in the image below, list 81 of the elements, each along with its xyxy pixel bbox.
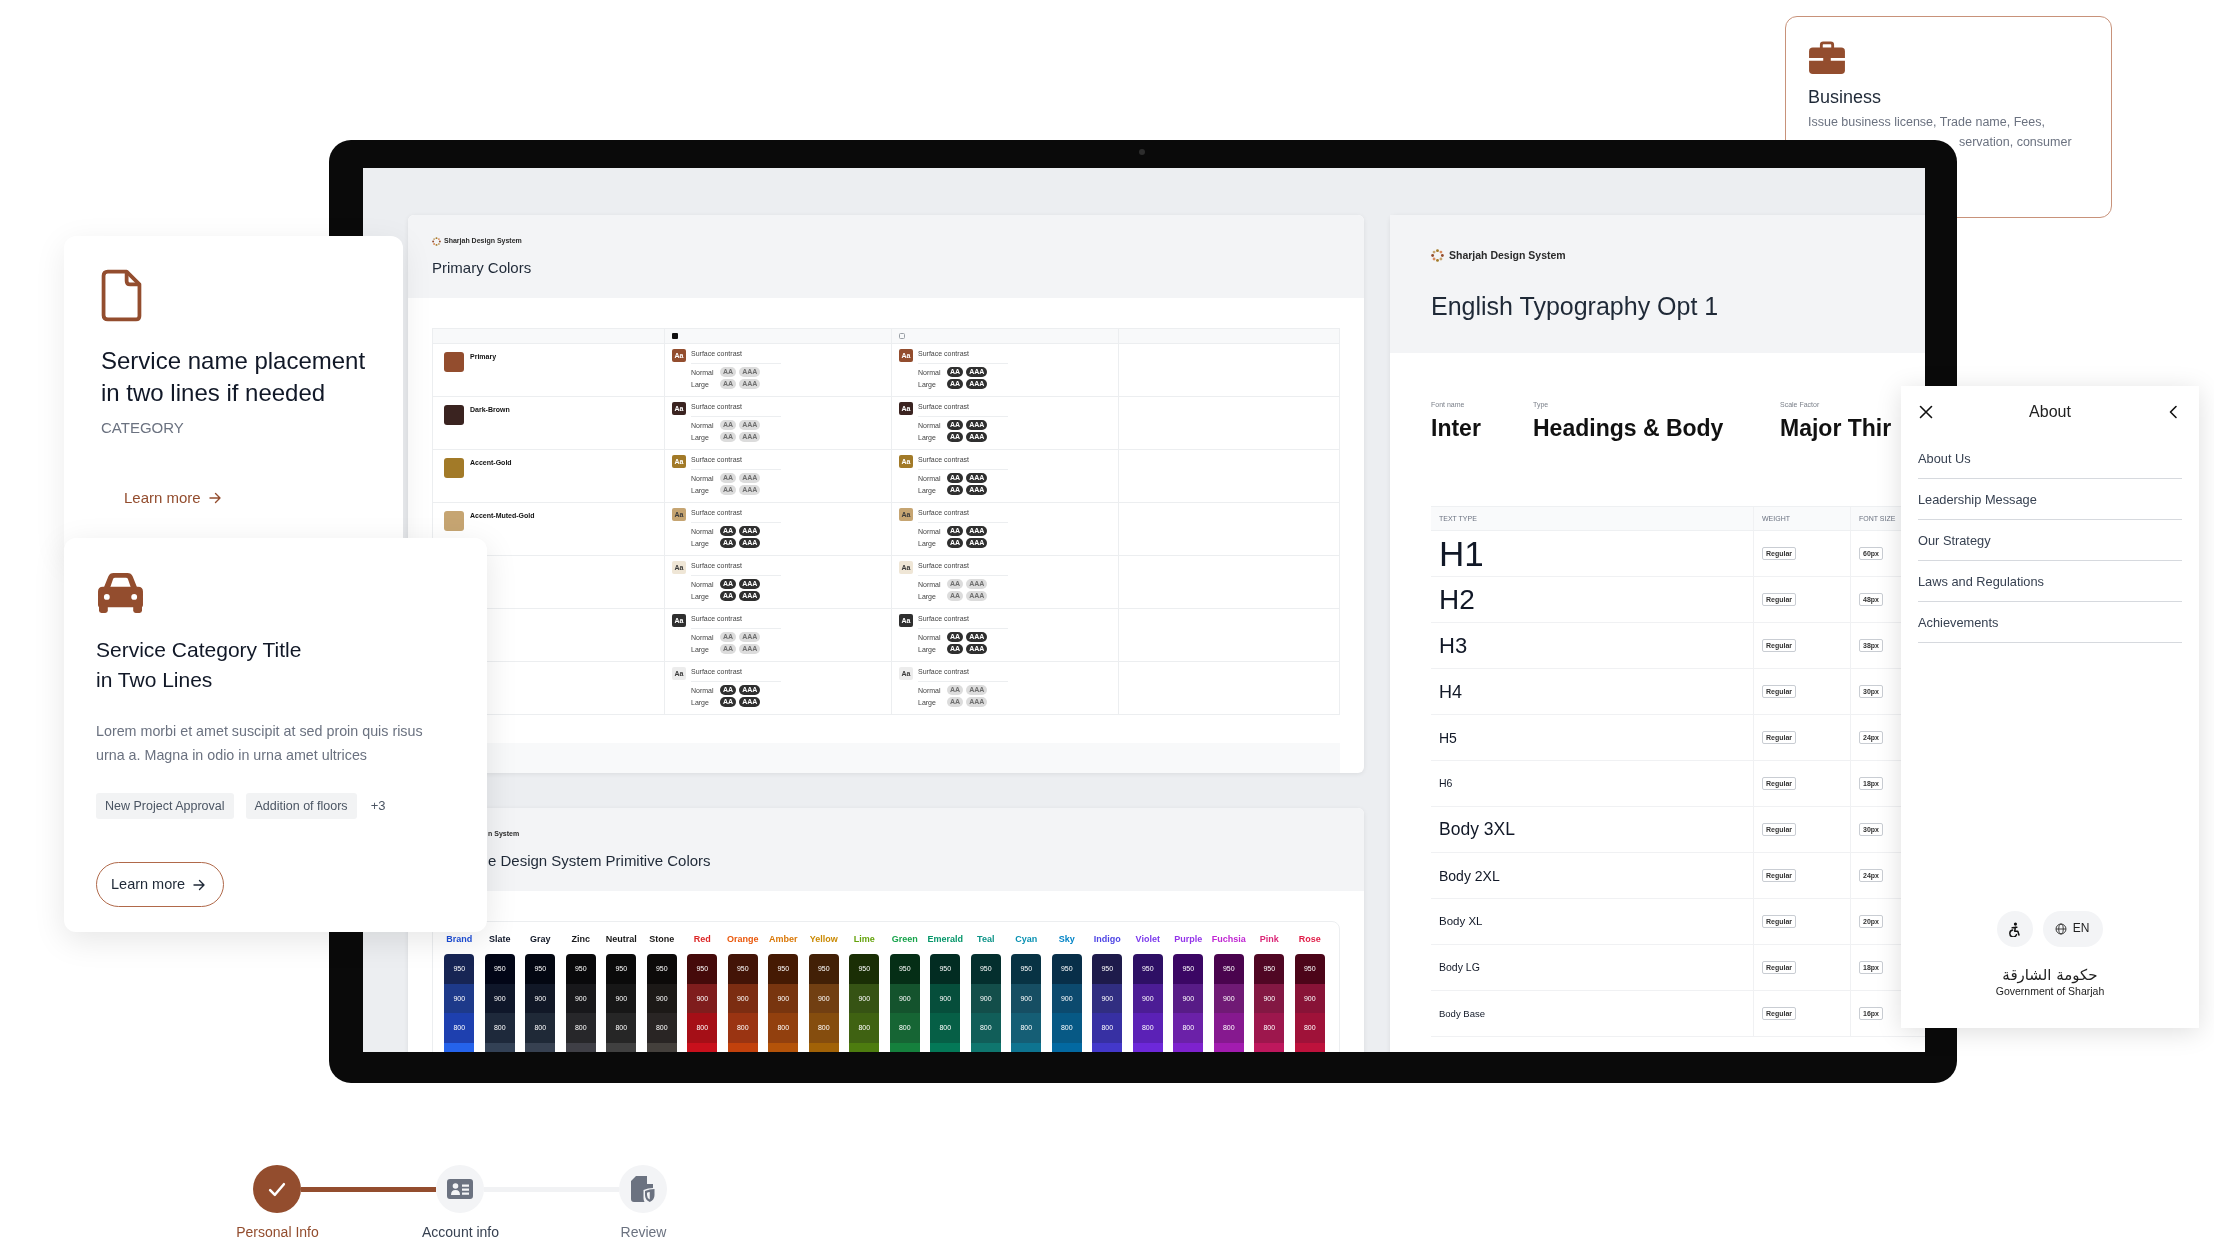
business-description: Issue business license, Trade name, Fees, <box>1808 114 2046 131</box>
step-label: Personal Info <box>235 1223 320 1241</box>
id-card-icon <box>447 1179 473 1199</box>
color-family-name: Cyan <box>1015 934 1038 945</box>
more-tags-count: +3 <box>370 797 386 815</box>
learn-more-link[interactable]: Learn more <box>124 486 221 510</box>
color-family-name: Lime <box>853 934 875 945</box>
color-family-name: Yellow <box>809 934 838 945</box>
panel-title: About <box>2029 402 2071 422</box>
service-tag: New Project Approval <box>96 793 234 819</box>
text-sample: Body 3XL <box>1439 820 1515 839</box>
menu-item[interactable]: Leadership Message <box>1918 479 2182 520</box>
menu-item[interactable]: Our Strategy <box>1918 520 2182 561</box>
color-family-name: Teal <box>977 934 995 945</box>
service-tag: Addition of floors <box>245 793 357 819</box>
color-family-name: Orange <box>727 934 759 945</box>
text-sample: H4 <box>1439 682 1462 701</box>
color-family-name: Brand <box>446 934 473 945</box>
color-family-name: Neutral <box>605 934 637 945</box>
step-label: Review <box>619 1223 668 1241</box>
logo-icon <box>432 236 441 246</box>
category-title: Service Category Title in Two Lines <box>96 637 303 693</box>
text-sample: H3 <box>1439 634 1468 657</box>
color-family-name: Purple <box>1174 934 1203 945</box>
arrow-right-icon <box>208 492 221 504</box>
color-family-name: Violet <box>1135 934 1160 945</box>
color-family-name: Gray <box>530 934 551 945</box>
category-label: CATEGORY <box>101 418 185 438</box>
business-description: servation, consumer <box>1959 134 2073 151</box>
card-title: Primary Colors <box>432 259 533 277</box>
card-title: English Typography Opt 1 <box>1431 291 1720 321</box>
meta-value: Major Thir <box>1780 414 1892 442</box>
document-shield-icon <box>631 1176 655 1202</box>
language-button[interactable]: EN <box>2042 911 2104 947</box>
color-family-name: Rose <box>1298 934 1321 945</box>
menu-item[interactable]: Laws and Regulations <box>1918 561 2182 602</box>
step-label: Account info <box>420 1223 501 1241</box>
color-family-name: Pink <box>1259 934 1279 945</box>
color-family-name: Fuchsia <box>1211 934 1246 945</box>
meta-value: Inter <box>1431 414 1482 442</box>
accessibility-button[interactable] <box>1996 911 2033 947</box>
filled-square-icon <box>672 333 678 339</box>
car-icon <box>96 571 145 614</box>
color-family-name: Indigo <box>1093 934 1121 945</box>
text-sample: Body Base <box>1439 1008 1485 1019</box>
color-family-name: Amber <box>769 934 798 945</box>
logo-arabic-text: حكومة الشارقة <box>2002 965 2098 985</box>
close-button[interactable] <box>1918 404 1934 420</box>
text-sample: Body LG <box>1439 962 1480 973</box>
text-sample: H1 <box>1439 536 1484 571</box>
check-icon <box>268 1180 286 1198</box>
color-family-name: Zinc <box>571 934 590 945</box>
color-family-name: Sky <box>1058 934 1075 945</box>
menu-item[interactable]: Achievements <box>1918 602 2182 643</box>
logo-icon <box>1431 248 1444 262</box>
menu-item[interactable]: About Us <box>1918 438 2182 479</box>
text-sample: H6 <box>1439 778 1453 789</box>
accessibility-icon <box>2007 921 2023 937</box>
text-sample: Body 2XL <box>1439 868 1500 883</box>
service-title: Service name placement in two lines if needed <box>101 346 367 408</box>
document-icon <box>101 269 142 322</box>
text-sample: H5 <box>1439 730 1457 745</box>
close-icon <box>1919 405 1933 419</box>
camera-dot-icon <box>1139 149 1145 155</box>
category-description: Lorem morbi et amet suscipit at sed proin quis risus urna a. Magna in odio in urna amet ultrices <box>96 722 424 765</box>
text-sample: H2 <box>1439 585 1475 614</box>
logo-caption: Government of Sharjah <box>1995 985 2105 998</box>
color-family-name: Slate <box>489 934 511 945</box>
arrow-right-icon <box>193 878 206 891</box>
color-family-name: Red <box>693 934 711 945</box>
briefcase-icon <box>1808 41 1846 75</box>
globe-icon <box>2054 923 2067 935</box>
text-sample: Body XL <box>1439 915 1483 928</box>
color-family-name: Emerald <box>927 934 963 945</box>
color-family-name: Stone <box>649 934 675 945</box>
business-title: Business <box>1808 87 1883 108</box>
brand-name: Sharjah Design System <box>1449 248 1566 263</box>
card-title: e Design System Primitive Colors <box>488 852 712 870</box>
color-family-name: Green <box>891 934 918 945</box>
learn-more-button[interactable]: Learn more <box>96 862 225 907</box>
meta-value: Headings & Body <box>1533 414 1725 442</box>
